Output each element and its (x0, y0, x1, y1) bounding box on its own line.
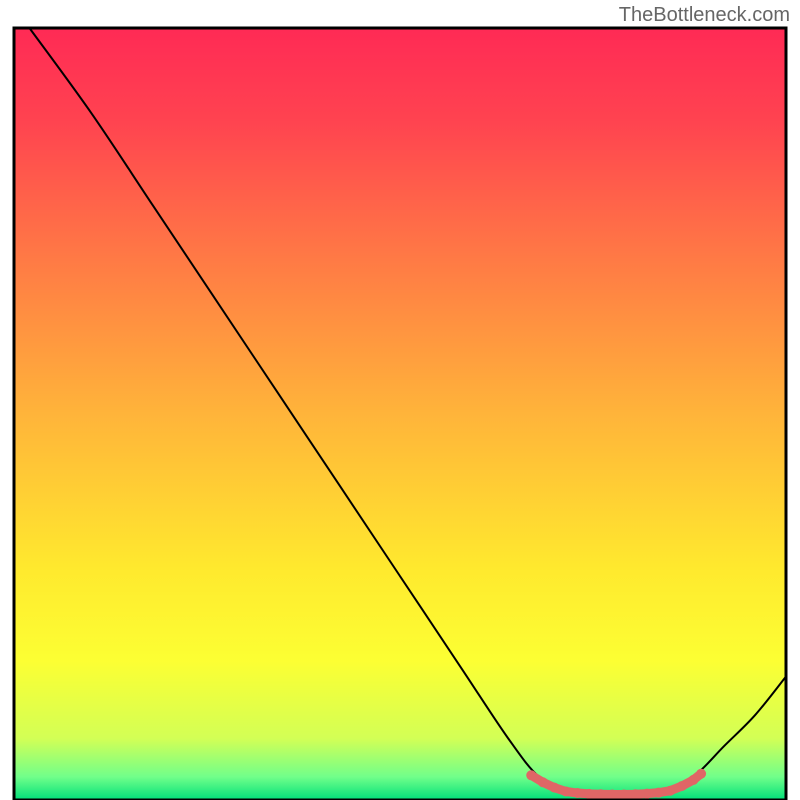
sweet-spot-dot (549, 783, 559, 793)
sweet-spot-dot (584, 789, 594, 799)
sweet-spot-dot (526, 770, 536, 780)
sweet-spot-dot (654, 788, 664, 798)
sweet-spot-dot (619, 789, 629, 799)
sweet-spot-dot (596, 789, 606, 799)
sweet-spot-dot (696, 769, 706, 779)
sweet-spot-dot (677, 781, 687, 791)
sweet-spot-dot (538, 777, 548, 787)
sweet-spot-dot (607, 789, 617, 799)
sweet-spot-dot (573, 788, 583, 798)
sweet-spot-dot (561, 787, 571, 797)
plot-background (14, 28, 786, 800)
bottleneck-chart (0, 0, 800, 800)
sweet-spot-dot (665, 786, 675, 796)
mask-left (0, 0, 13, 800)
sweet-spot-dot (630, 789, 640, 799)
watermark-text: TheBottleneck.com (619, 4, 790, 27)
sweet-spot-dot (642, 789, 652, 799)
